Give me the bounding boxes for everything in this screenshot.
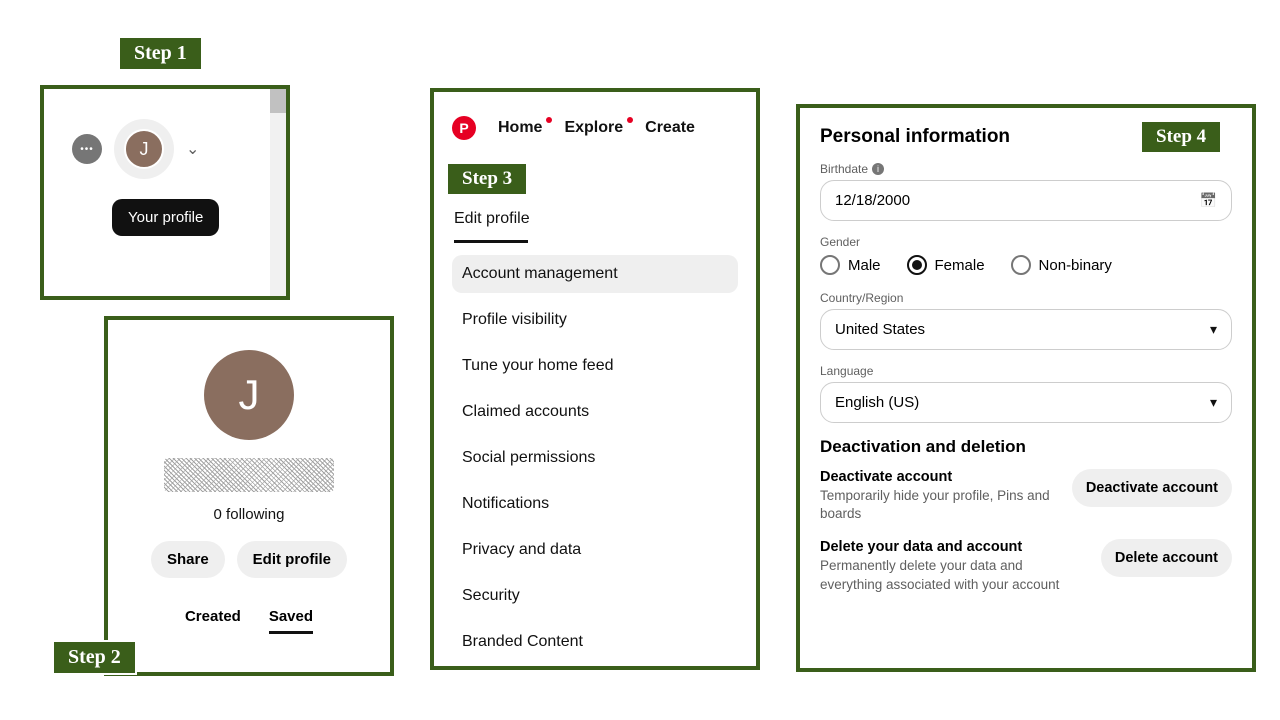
sidebar-item-claimed-accounts[interactable]: Claimed accounts <box>452 393 738 431</box>
deactivation-title: Deactivation and deletion <box>820 437 1232 457</box>
nav-create[interactable]: Create <box>645 119 695 137</box>
step2-panel: J 0 following Share Edit profile Created… <box>104 316 394 676</box>
radio-female[interactable]: Female <box>907 255 985 275</box>
step2-badge: Step 2 <box>52 640 137 675</box>
redacted-username <box>164 458 334 492</box>
chevron-down-icon <box>1210 321 1217 338</box>
following-count[interactable]: 0 following <box>214 506 285 523</box>
sidebar-item-privacy-data[interactable]: Privacy and data <box>452 531 738 569</box>
step4-panel: Personal information Birthdate i 12/18/2… <box>796 104 1256 672</box>
language-select[interactable]: English (US) <box>820 382 1232 423</box>
country-value: United States <box>835 321 925 338</box>
nav-explore[interactable]: Explore <box>564 119 623 137</box>
active-underline <box>454 240 528 243</box>
sidebar-item-branded-content[interactable]: Branded Content <box>452 623 738 661</box>
sidebar-item-social-permissions[interactable]: Social permissions <box>452 439 738 477</box>
birthdate-label: Birthdate i <box>820 162 1232 176</box>
sidebar-item-account-management[interactable]: Account management <box>452 255 738 293</box>
messages-icon[interactable] <box>72 134 102 164</box>
step3-badge: Step 3 <box>446 162 528 196</box>
scrollbar-track[interactable] <box>270 89 286 296</box>
radio-male[interactable]: Male <box>820 255 881 275</box>
radio-nonbinary[interactable]: Non-binary <box>1011 255 1112 275</box>
language-label: Language <box>820 364 1232 378</box>
sidebar-item-tune-home-feed[interactable]: Tune your home feed <box>452 347 738 385</box>
step1-panel: J ⌄ Your profile <box>40 85 290 300</box>
profile-avatar-large: J <box>204 350 294 440</box>
sidebar-item-security[interactable]: Security <box>452 577 738 615</box>
chevron-down-icon[interactable]: ⌄ <box>186 139 199 159</box>
nav-home[interactable]: Home <box>498 119 542 137</box>
notification-dot-icon <box>627 117 633 123</box>
chevron-down-icon <box>1210 394 1217 411</box>
settings-sidebar: Edit profile Account management Profile … <box>434 152 756 671</box>
step4-badge: Step 4 <box>1140 120 1222 154</box>
delete-subtext: Permanently delete your data and everyth… <box>820 557 1060 593</box>
notification-dot-icon <box>546 117 552 123</box>
pinterest-logo-icon[interactable]: P <box>452 116 476 140</box>
delete-account-button[interactable]: Delete account <box>1101 539 1232 577</box>
profile-avatar-button[interactable]: J <box>114 119 174 179</box>
language-value: English (US) <box>835 394 919 411</box>
scrollbar-thumb[interactable] <box>270 89 286 113</box>
country-select[interactable]: United States <box>820 309 1232 350</box>
gender-label: Gender <box>820 235 1232 249</box>
share-button[interactable]: Share <box>151 541 225 578</box>
calendar-icon[interactable] <box>1200 192 1217 209</box>
profile-tooltip: Your profile <box>112 199 219 236</box>
tab-saved[interactable]: Saved <box>269 608 313 634</box>
sidebar-item-profile-visibility[interactable]: Profile visibility <box>452 301 738 339</box>
birthdate-value: 12/18/2000 <box>835 192 910 209</box>
deactivate-heading: Deactivate account <box>820 469 1058 485</box>
tab-created[interactable]: Created <box>185 608 241 634</box>
sidebar-item-edit-profile[interactable]: Edit profile <box>452 200 738 238</box>
sidebar-item-notifications[interactable]: Notifications <box>452 485 738 523</box>
info-icon[interactable]: i <box>872 163 884 175</box>
step1-badge: Step 1 <box>118 36 203 71</box>
country-label: Country/Region <box>820 291 1232 305</box>
edit-profile-button[interactable]: Edit profile <box>237 541 347 578</box>
delete-heading: Delete your data and account <box>820 539 1060 555</box>
birthdate-input[interactable]: 12/18/2000 <box>820 180 1232 221</box>
deactivate-subtext: Temporarily hide your profile, Pins and … <box>820 487 1058 523</box>
deactivate-account-button[interactable]: Deactivate account <box>1072 469 1232 507</box>
avatar-initial: J <box>124 129 164 169</box>
